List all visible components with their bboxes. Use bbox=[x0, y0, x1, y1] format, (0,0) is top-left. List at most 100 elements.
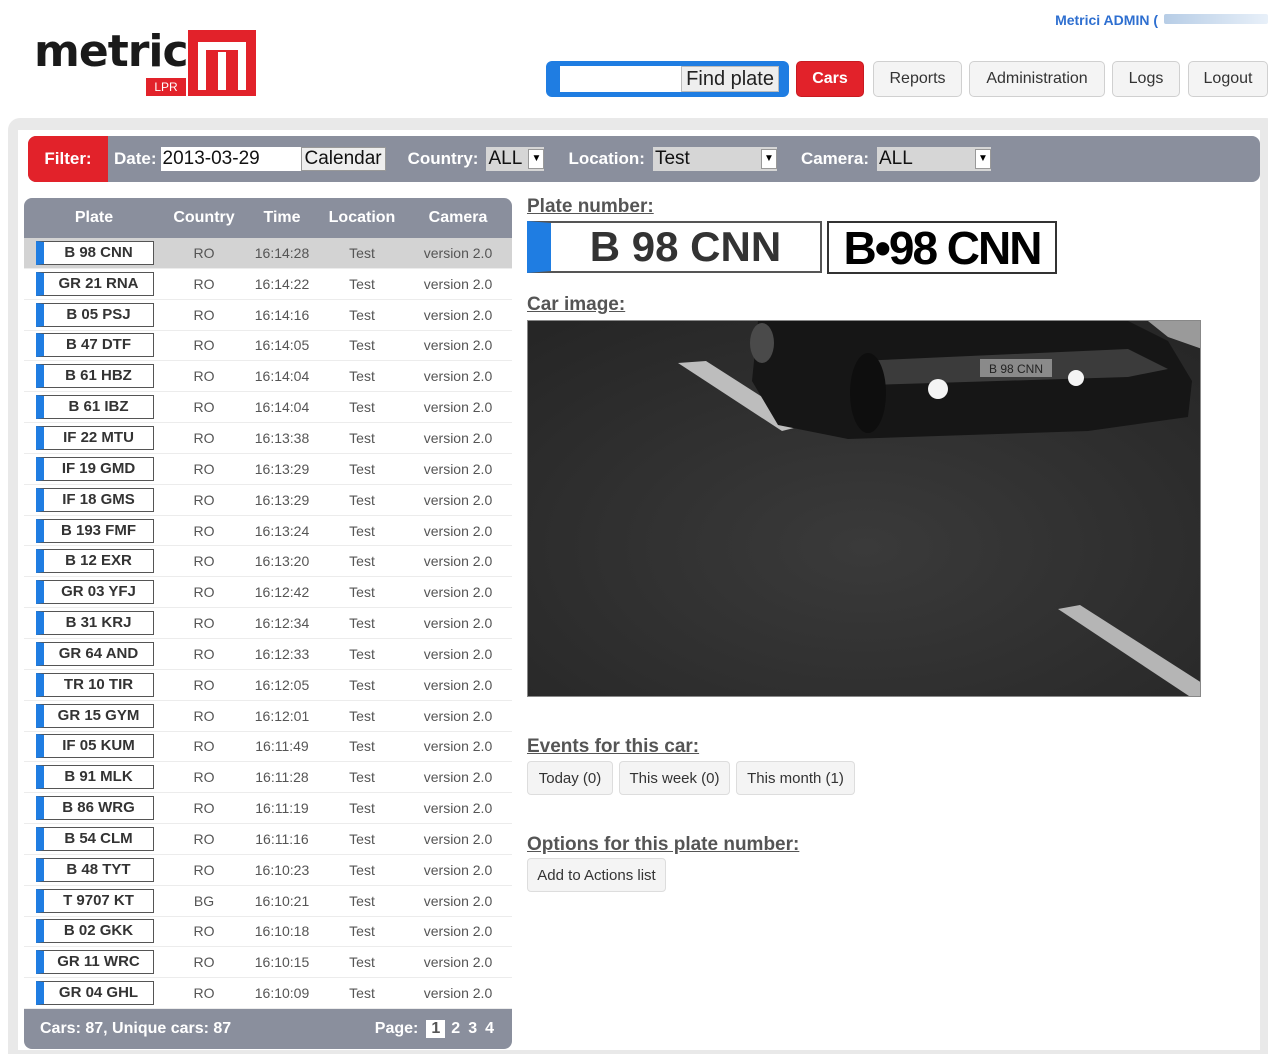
find-plate-button[interactable]: Find plate bbox=[681, 66, 779, 92]
table-row[interactable]: B 98 CNN RO 16:14:28 Test version 2.0 bbox=[24, 238, 512, 269]
country-cell: RO bbox=[193, 368, 215, 385]
plate-badge[interactable]: B 61 IBZ bbox=[36, 395, 154, 420]
plate-badge[interactable]: GR 03 YFJ bbox=[36, 580, 154, 605]
table-row[interactable]: IF 18 GMS RO 16:13:29 Test version 2.0 bbox=[24, 485, 512, 516]
plate-badge[interactable]: B 61 HBZ bbox=[36, 364, 154, 389]
nav-administration[interactable]: Administration bbox=[969, 61, 1105, 97]
nav-logout[interactable]: Logout bbox=[1188, 61, 1268, 97]
table-row[interactable]: GR 03 YFJ RO 16:12:42 Test version 2.0 bbox=[24, 577, 512, 609]
user-label[interactable]: Metrici ADMIN ( bbox=[1055, 12, 1158, 28]
page-4[interactable]: 4 bbox=[483, 1020, 496, 1038]
plate-badge[interactable]: B 02 GKK bbox=[36, 919, 154, 944]
plate-badge[interactable]: T 9707 KT bbox=[36, 888, 154, 913]
table-row[interactable]: IF 22 MTU RO 16:13:38 Test version 2.0 bbox=[24, 423, 512, 454]
table-row[interactable]: TR 10 TIR RO 16:12:05 Test version 2.0 bbox=[24, 670, 512, 701]
country-cell: RO bbox=[193, 800, 215, 817]
page-label: Page: bbox=[374, 1020, 419, 1038]
col-plate[interactable]: Plate bbox=[24, 209, 164, 227]
plate-badge[interactable]: B 54 CLM bbox=[36, 826, 154, 851]
col-camera[interactable]: Camera bbox=[404, 209, 512, 227]
country-select-value: ALL bbox=[488, 148, 523, 169]
table-row[interactable]: GR 11 WRC RO 16:10:15 Test version 2.0 bbox=[24, 947, 512, 979]
nav-reports[interactable]: Reports bbox=[873, 61, 962, 97]
page-3[interactable]: 3 bbox=[466, 1020, 479, 1038]
metrici-logo[interactable]: metricí LPR bbox=[34, 26, 260, 98]
col-time[interactable]: Time bbox=[244, 209, 320, 227]
table-row[interactable]: B 86 WRG RO 16:11:19 Test version 2.0 bbox=[24, 793, 512, 825]
table-row[interactable]: IF 19 GMD RO 16:13:29 Test version 2.0 bbox=[24, 454, 512, 485]
plate-badge[interactable]: B 86 WRG bbox=[36, 796, 154, 821]
plate-badge[interactable]: B 05 PSJ bbox=[36, 302, 154, 327]
table-row[interactable]: GR 64 AND RO 16:12:33 Test version 2.0 bbox=[24, 639, 512, 670]
table-row[interactable]: B 47 DTF RO 16:14:05 Test version 2.0 bbox=[24, 331, 512, 362]
nav-logs[interactable]: Logs bbox=[1112, 61, 1180, 97]
table-row[interactable]: B 12 EXR RO 16:13:20 Test version 2.0 bbox=[24, 546, 512, 578]
camera-cell: version 2.0 bbox=[423, 738, 493, 755]
calendar-button[interactable]: Calendar bbox=[300, 147, 386, 171]
plate-cell: B 12 EXR bbox=[24, 549, 164, 574]
col-country[interactable]: Country bbox=[164, 209, 244, 227]
time-cell: 16:13:29 bbox=[254, 491, 310, 508]
events-today-button[interactable]: Today (0) bbox=[527, 761, 613, 795]
camera-cell: version 2.0 bbox=[423, 861, 493, 878]
plate-badge[interactable]: IF 05 KUM bbox=[36, 734, 154, 759]
table-row[interactable]: B 02 GKK RO 16:10:18 Test version 2.0 bbox=[24, 917, 512, 948]
country-select[interactable]: ALL ▼ bbox=[486, 147, 545, 171]
nav-cars[interactable]: Cars bbox=[796, 61, 864, 97]
plate-badge[interactable]: B 91 MLK bbox=[36, 765, 154, 790]
table-row[interactable]: GR 21 RNA RO 16:14:22 Test version 2.0 bbox=[24, 269, 512, 300]
table-row[interactable]: B 61 IBZ RO 16:14:04 Test version 2.0 bbox=[24, 392, 512, 424]
plate-badge[interactable]: B 98 CNN bbox=[36, 240, 154, 265]
plate-badge[interactable]: IF 18 GMS bbox=[36, 487, 154, 512]
table-row[interactable]: B 193 FMF RO 16:13:24 Test version 2.0 bbox=[24, 516, 512, 547]
plate-badge[interactable]: TR 10 TIR bbox=[36, 672, 154, 697]
plate-badge[interactable]: B 12 EXR bbox=[36, 549, 154, 574]
camera-select[interactable]: ALL ▼ bbox=[877, 147, 991, 171]
plate-badge[interactable]: GR 11 WRC bbox=[36, 950, 154, 975]
plate-badge[interactable]: IF 19 GMD bbox=[36, 456, 154, 481]
events-month-button[interactable]: This month (1) bbox=[736, 761, 855, 795]
table-row[interactable]: IF 05 KUM RO 16:11:49 Test version 2.0 bbox=[24, 732, 512, 763]
table-row[interactable]: GR 04 GHL RO 16:10:09 Test version 2.0 bbox=[24, 978, 512, 1010]
user-name-redacted bbox=[1164, 14, 1268, 24]
country-cell: RO bbox=[193, 553, 215, 570]
add-to-actions-button[interactable]: Add to Actions list bbox=[527, 858, 666, 892]
plate-badge[interactable]: B 31 KRJ bbox=[36, 611, 154, 636]
events-week-button[interactable]: This week (0) bbox=[619, 761, 730, 795]
col-location[interactable]: Location bbox=[320, 209, 404, 227]
plate-badge[interactable]: IF 22 MTU bbox=[36, 425, 154, 450]
date-input[interactable]: 2013-03-29 bbox=[160, 147, 301, 171]
camera-cell: version 2.0 bbox=[423, 337, 493, 354]
plate-badge[interactable]: GR 64 AND bbox=[36, 641, 154, 666]
country-cell: RO bbox=[193, 985, 215, 1002]
camera-cell: version 2.0 bbox=[423, 892, 493, 909]
time-cell: 16:13:20 bbox=[254, 553, 310, 570]
plate-crop-image: B•98 CNN bbox=[827, 221, 1057, 274]
location-cell: Test bbox=[349, 738, 375, 755]
plate-badge[interactable]: B 193 FMF bbox=[36, 518, 154, 543]
find-plate-input[interactable]: Find plate bbox=[560, 66, 779, 92]
country-cell: RO bbox=[193, 645, 215, 662]
location-select[interactable]: Test ▼ bbox=[652, 147, 777, 171]
page-1[interactable]: 1 bbox=[426, 1020, 446, 1039]
table-row[interactable]: T 9707 KT BG 16:10:21 Test version 2.0 bbox=[24, 886, 512, 917]
table-row[interactable]: B 48 TYT RO 16:10:23 Test version 2.0 bbox=[24, 855, 512, 886]
table-row[interactable]: B 05 PSJ RO 16:14:16 Test version 2.0 bbox=[24, 300, 512, 331]
page-2[interactable]: 2 bbox=[449, 1020, 462, 1038]
plate-cell: B 86 WRG bbox=[24, 796, 164, 821]
plate-badge[interactable]: B 48 TYT bbox=[36, 857, 154, 882]
location-cell: Test bbox=[349, 923, 375, 940]
plate-badge[interactable]: B 47 DTF bbox=[36, 333, 154, 358]
plate-cell: IF 05 KUM bbox=[24, 734, 164, 759]
location-cell: Test bbox=[349, 769, 375, 786]
plate-badge[interactable]: GR 21 RNA bbox=[36, 271, 154, 296]
table-row[interactable]: B 31 KRJ RO 16:12:34 Test version 2.0 bbox=[24, 608, 512, 639]
table-row[interactable]: B 91 MLK RO 16:11:28 Test version 2.0 bbox=[24, 762, 512, 794]
plate-badge[interactable]: GR 15 GYM bbox=[36, 703, 154, 728]
table-row[interactable]: GR 15 GYM RO 16:12:01 Test version 2.0 bbox=[24, 701, 512, 732]
car-image[interactable]: B 98 CNN bbox=[527, 320, 1201, 697]
camera-cell: version 2.0 bbox=[423, 615, 493, 632]
plate-badge[interactable]: GR 04 GHL bbox=[36, 981, 154, 1006]
table-row[interactable]: B 61 HBZ RO 16:14:04 Test version 2.0 bbox=[24, 361, 512, 393]
table-row[interactable]: B 54 CLM RO 16:11:16 Test version 2.0 bbox=[24, 824, 512, 855]
